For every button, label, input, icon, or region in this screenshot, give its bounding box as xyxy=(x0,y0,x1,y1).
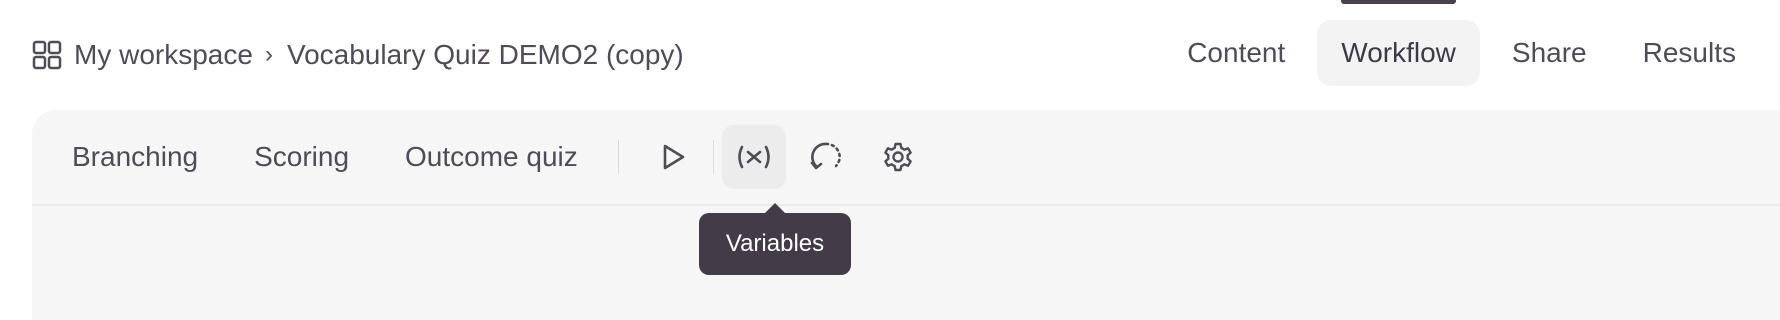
workflow-panel: Branching Scoring Outcome quiz xyxy=(32,110,1780,320)
settings-button[interactable] xyxy=(866,125,930,189)
breadcrumb-workspace[interactable]: My workspace xyxy=(74,39,253,71)
apps-grid-icon[interactable] xyxy=(32,40,62,70)
history-icon xyxy=(810,142,841,170)
breadcrumb-project[interactable]: Vocabulary Quiz DEMO2 (copy) xyxy=(287,39,684,71)
preview-button[interactable] xyxy=(641,125,705,189)
variables-tooltip: Variables xyxy=(699,203,851,275)
workflow-toolbar: Branching Scoring Outcome quiz xyxy=(32,110,1780,206)
toolbar-scoring[interactable]: Scoring xyxy=(198,141,349,173)
toolbar-branching[interactable]: Branching xyxy=(32,141,198,173)
top-header: My workspace › Vocabulary Quiz DEMO2 (co… xyxy=(0,0,1780,110)
tab-workflow[interactable]: Workflow xyxy=(1317,0,1480,86)
play-icon xyxy=(663,144,685,170)
toolbar-outcome-quiz[interactable]: Outcome quiz xyxy=(349,141,578,173)
breadcrumb: My workspace › Vocabulary Quiz DEMO2 (co… xyxy=(32,36,684,74)
variables-button[interactable] xyxy=(721,125,786,189)
toolbar-divider xyxy=(617,140,619,174)
main-tabs: Content Workflow Share Results xyxy=(1155,0,1760,86)
chevron-right-icon: › xyxy=(264,41,273,68)
tab-share[interactable]: Share xyxy=(1488,20,1611,86)
history-button[interactable] xyxy=(794,125,858,189)
tab-results[interactable]: Results xyxy=(1619,20,1760,86)
gear-icon xyxy=(883,142,912,172)
toolbar-divider-2 xyxy=(712,140,714,174)
tab-content[interactable]: Content xyxy=(1163,20,1309,86)
variables-icon xyxy=(737,145,770,169)
